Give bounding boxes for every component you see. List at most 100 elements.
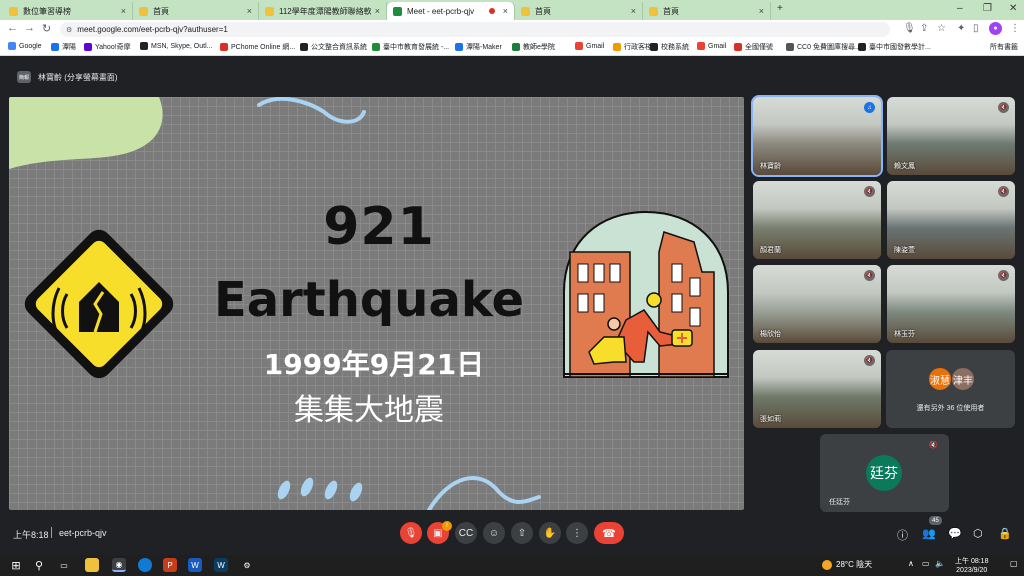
task-view-icon[interactable]: ▭	[57, 558, 71, 572]
emoji-button[interactable]: ☺	[483, 522, 505, 544]
meeting-time: 上午8:18	[13, 530, 49, 540]
bookmark-item[interactable]: PChome Online 網...	[220, 42, 295, 52]
mic-off-icon: 🔇	[864, 270, 875, 281]
chrome-icon[interactable]: ◉	[112, 558, 126, 572]
volume-icon[interactable]: 🔈	[935, 559, 945, 568]
close-tab-icon[interactable]: ×	[503, 6, 508, 16]
leave-call-button[interactable]: ☎	[594, 522, 624, 544]
participant-avatar: 津丰	[951, 367, 975, 391]
bookmark-item[interactable]: Gmail	[697, 42, 726, 50]
app-icon[interactable]: W	[214, 558, 228, 572]
word-icon[interactable]: W	[188, 558, 202, 572]
tray-chevron-icon[interactable]: ∧	[908, 559, 914, 568]
browser-tab[interactable]: 首頁 ×	[133, 2, 259, 20]
browser-tab[interactable]: 數位筆習導榜 ×	[3, 2, 133, 20]
taskbar-clock[interactable]: 上午 08:18 2023/9/20	[955, 557, 988, 575]
mic-off-icon: 🔇	[929, 442, 938, 449]
bookmark-favicon-icon	[140, 42, 148, 50]
bookmark-item[interactable]: 潭陽	[51, 42, 76, 52]
windows-start-icon[interactable]: ⊞	[9, 558, 23, 572]
tab-favicon-icon	[649, 6, 658, 16]
bookmark-item[interactable]: 臺中市國發數學計...	[858, 42, 931, 52]
mic-toggle-button[interactable]: 🎙	[400, 522, 422, 544]
speaking-indicator-icon: ♫	[864, 102, 875, 113]
file-explorer-icon[interactable]	[85, 558, 99, 572]
bookmark-favicon-icon	[372, 43, 380, 51]
participant-tile[interactable]: 賴文鳳 🔇	[887, 97, 1015, 175]
bookmark-item[interactable]: 臺中市教育發展統 -...	[372, 42, 449, 52]
site-info-icon[interactable]: ⚙	[66, 26, 72, 34]
reload-icon[interactable]: ↻	[42, 22, 51, 35]
participant-tile[interactable]: 張如莉 🔇	[753, 350, 881, 428]
bookmark-item[interactable]: Google	[8, 42, 42, 50]
settings-gear-icon[interactable]: ⚙	[240, 558, 254, 572]
edge-icon[interactable]	[138, 558, 152, 572]
chat-icon[interactable]: 💬	[948, 527, 962, 540]
url-field[interactable]: ⚙ meet.google.com/eet-pcrb-qjv?authuser=…	[60, 22, 890, 37]
tab-favicon-icon	[521, 6, 530, 16]
participant-tile[interactable]: 楊欣怡 🔇	[753, 265, 881, 343]
close-tab-icon[interactable]: ×	[247, 6, 252, 16]
activities-icon[interactable]: ⬡	[973, 527, 983, 540]
all-bookmarks-button[interactable]: 所有書籤	[990, 42, 1018, 52]
blue-wave-shape	[427, 476, 541, 510]
bookmark-item[interactable]: 教師e學院	[512, 42, 555, 52]
browser-tab[interactable]: 首頁 ×	[515, 2, 643, 20]
search-icon[interactable]: ⚲	[32, 558, 46, 572]
participant-tile[interactable]: 林寶齡 ♫	[751, 95, 883, 177]
sidepanel-icon[interactable]: ▯	[973, 23, 979, 34]
bookmark-favicon-icon	[697, 42, 705, 50]
people-icon[interactable]: 👥	[922, 527, 936, 540]
new-tab-button[interactable]: +	[777, 3, 783, 14]
close-tab-icon[interactable]: ×	[375, 6, 380, 16]
extensions-icon[interactable]: ✦	[957, 23, 965, 34]
earthquake-warning-sign	[24, 229, 174, 379]
network-icon[interactable]: ▭	[922, 559, 930, 568]
bookmark-item[interactable]: MSN, Skype, Outl...	[140, 42, 212, 50]
meeting-code: eet-pcrb-qjv	[59, 528, 107, 538]
bookmark-item[interactable]: Yahoo!奇摩	[84, 42, 131, 52]
browser-tab[interactable]: 112學年度潭陽教師聯絡軟窗 ×	[259, 2, 387, 20]
forward-icon[interactable]: →	[24, 22, 35, 34]
meet-favicon-icon	[393, 6, 402, 16]
participant-name: 張如莉	[760, 416, 781, 423]
bookmark-item[interactable]: CC0 免費圖庫搜尋...	[786, 42, 861, 52]
share-icon[interactable]: ⇪	[920, 23, 928, 34]
raise-hand-button[interactable]: ✋	[539, 522, 561, 544]
bookmark-item[interactable]: 全國僅號	[734, 42, 773, 52]
weather-widget[interactable]: 28°C 陰天	[822, 559, 872, 570]
mic-off-icon: 🔇	[998, 186, 1009, 197]
others-tile[interactable]	[886, 350, 1015, 428]
bookmark-item[interactable]: 行政客棧	[613, 42, 652, 52]
participant-tile[interactable]: 陳姿萱 🔇	[887, 181, 1015, 259]
close-tab-icon[interactable]: ×	[759, 6, 764, 16]
browser-tab-active[interactable]: Meet - eet-pcrb-qjv ×	[387, 2, 515, 20]
powerpoint-icon[interactable]: P	[163, 558, 177, 572]
close-tab-icon[interactable]: ×	[631, 6, 636, 16]
profile-avatar[interactable]: ●	[989, 22, 1002, 35]
close-tab-icon[interactable]: ×	[121, 6, 126, 16]
slide-title-number: 921	[323, 197, 435, 257]
notification-icon[interactable]: ▢	[1010, 559, 1018, 568]
restore-icon[interactable]: ❐	[983, 3, 992, 14]
bookmark-item[interactable]: 潭陽-Maker	[455, 42, 502, 52]
minimize-icon[interactable]: –	[957, 3, 963, 14]
close-window-icon[interactable]: ✕	[1009, 3, 1017, 14]
participant-tile[interactable]: 顏君蘭 🔇	[753, 181, 881, 259]
captions-button[interactable]: CC	[455, 522, 477, 544]
bookmark-favicon-icon	[300, 43, 308, 51]
people-count-badge: 45	[929, 516, 942, 525]
mic-icon[interactable]: 🎙	[903, 23, 916, 34]
back-icon[interactable]: ←	[7, 22, 18, 34]
participant-tile[interactable]: 林玉芬 🔇	[887, 265, 1015, 343]
more-options-button[interactable]: ⋮	[566, 522, 588, 544]
bookmark-item[interactable]: 公文整合資訊系統	[300, 42, 367, 52]
present-button[interactable]: ⇧	[511, 522, 533, 544]
meeting-info-icon[interactable]: ⓘ	[897, 527, 908, 543]
bookmark-star-icon[interactable]: ☆	[937, 23, 946, 34]
bookmark-item[interactable]: Gmail	[575, 42, 604, 50]
host-controls-icon[interactable]: 🔒	[998, 527, 1012, 540]
browser-tab[interactable]: 首頁 ×	[643, 2, 771, 20]
bookmark-item[interactable]: 校務系統	[650, 42, 689, 52]
menu-icon[interactable]: ⋮	[1010, 23, 1020, 34]
